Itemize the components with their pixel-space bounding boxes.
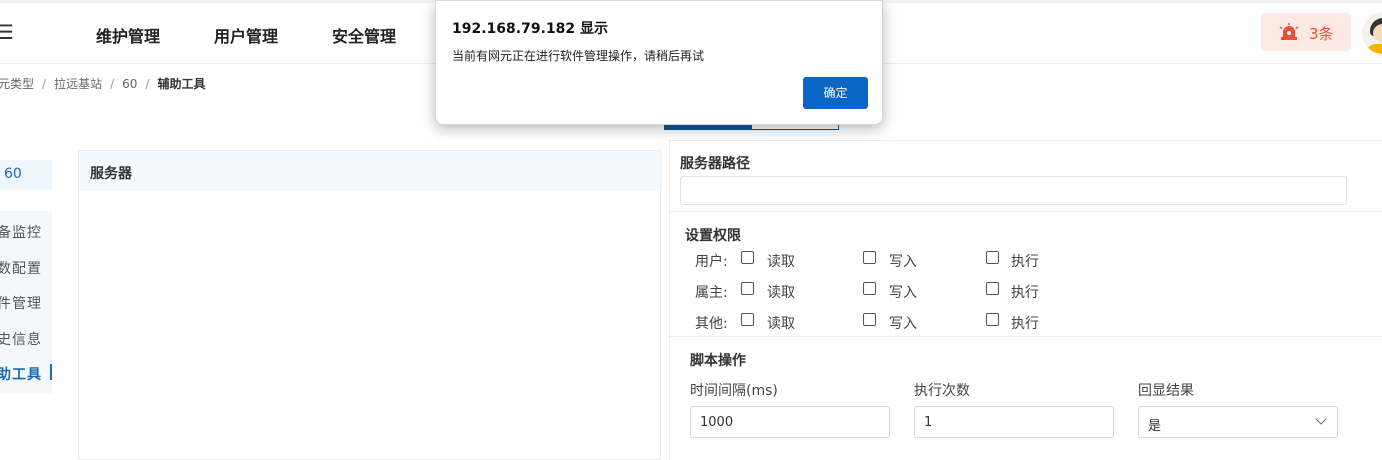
count-input[interactable]: 1 [914, 406, 1114, 438]
alarm-count: 3条 [1309, 25, 1334, 43]
tree-node-60[interactable]: 60 [0, 160, 52, 190]
perm-exec-label: 执行 [1011, 285, 1039, 301]
breadcrumb-current: 辅助工具 [157, 77, 206, 91]
alarm-light-icon [1279, 23, 1299, 40]
server-panel-title: 服务器 [79, 151, 660, 191]
breadcrumb-item[interactable]: 元类型 [0, 75, 34, 92]
alert-dialog: 192.168.79.182 显示 当前有网元正在进行软件管理操作，请稍后再试 … [435, 0, 883, 125]
nav-security[interactable]: 安全管理 [332, 23, 396, 47]
checkbox-other-exec[interactable] [986, 313, 999, 326]
perm-read-label: 读取 [767, 285, 795, 301]
nav-users[interactable]: 用户管理 [214, 23, 278, 47]
checkbox-other-read[interactable] [741, 313, 754, 326]
checkbox-user-exec[interactable] [986, 251, 999, 264]
form-divider [669, 211, 1382, 212]
side-menu-item[interactable]: 史信息 [0, 329, 42, 349]
chevron-down-icon [1315, 413, 1327, 425]
checkbox-other-write[interactable] [863, 313, 876, 326]
alarm-badge[interactable]: 3条 [1261, 13, 1351, 51]
echo-select[interactable]: 是 [1138, 406, 1338, 438]
perm-exec-label: 执行 [1011, 316, 1039, 332]
perm-row-user: 用户: [695, 254, 728, 270]
perm-row-other: 其他: [695, 316, 728, 332]
user-avatar-icon[interactable] [1362, 12, 1382, 54]
ok-button[interactable]: 确定 [803, 77, 868, 109]
perm-read-label: 读取 [767, 316, 795, 332]
perm-write-label: 写入 [889, 285, 917, 301]
checkbox-user-read[interactable] [741, 251, 754, 264]
server-path-label: 服务器路径 [680, 156, 750, 172]
count-label: 执行次数 [914, 383, 970, 399]
side-menu-item[interactable]: 件管理 [0, 293, 42, 313]
perm-read-label: 读取 [767, 254, 795, 270]
interval-label: 时间间隔(ms) [690, 383, 778, 399]
checkbox-owner-exec[interactable] [986, 282, 999, 295]
permissions-title: 设置权限 [685, 228, 741, 244]
breadcrumb-sep: / [110, 77, 115, 91]
side-menu-item[interactable]: 数配置 [0, 258, 42, 278]
perm-exec-label: 执行 [1011, 254, 1039, 270]
breadcrumb-sep: / [42, 77, 47, 91]
script-title: 脚本操作 [690, 353, 746, 369]
perm-row-owner: 属主: [695, 285, 728, 301]
dialog-message: 当前有网元正在进行软件管理操作，请稍后再试 [452, 49, 705, 63]
interval-input[interactable]: 1000 [690, 406, 890, 438]
breadcrumb-sep: / [145, 77, 150, 91]
side-menu-item[interactable]: 备监控 [0, 222, 42, 242]
checkbox-owner-read[interactable] [741, 282, 754, 295]
breadcrumb-item[interactable]: 拉远基站 [54, 75, 102, 92]
side-menu-item-active[interactable]: 助工具 [0, 364, 42, 384]
server-path-input[interactable] [680, 176, 1347, 205]
server-panel: 服务器 [78, 150, 661, 460]
active-indicator [50, 364, 52, 380]
form-divider [669, 336, 1382, 337]
checkbox-user-write[interactable] [863, 251, 876, 264]
checkbox-owner-write[interactable] [863, 282, 876, 295]
hamburger-icon[interactable]: ☰ [0, 20, 14, 44]
echo-label: 回显结果 [1138, 383, 1194, 399]
perm-write-label: 写入 [889, 316, 917, 332]
form-top-divider [669, 140, 1382, 141]
echo-select-value: 是 [1148, 419, 1162, 434]
nav-maintenance[interactable]: 维护管理 [96, 23, 160, 47]
breadcrumb-item[interactable]: 60 [122, 77, 137, 91]
breadcrumb: 元类型 / 拉远基站 / 60 / 辅助工具 [0, 75, 205, 92]
perm-write-label: 写入 [889, 254, 917, 270]
dialog-title: 192.168.79.182 显示 [452, 21, 608, 37]
